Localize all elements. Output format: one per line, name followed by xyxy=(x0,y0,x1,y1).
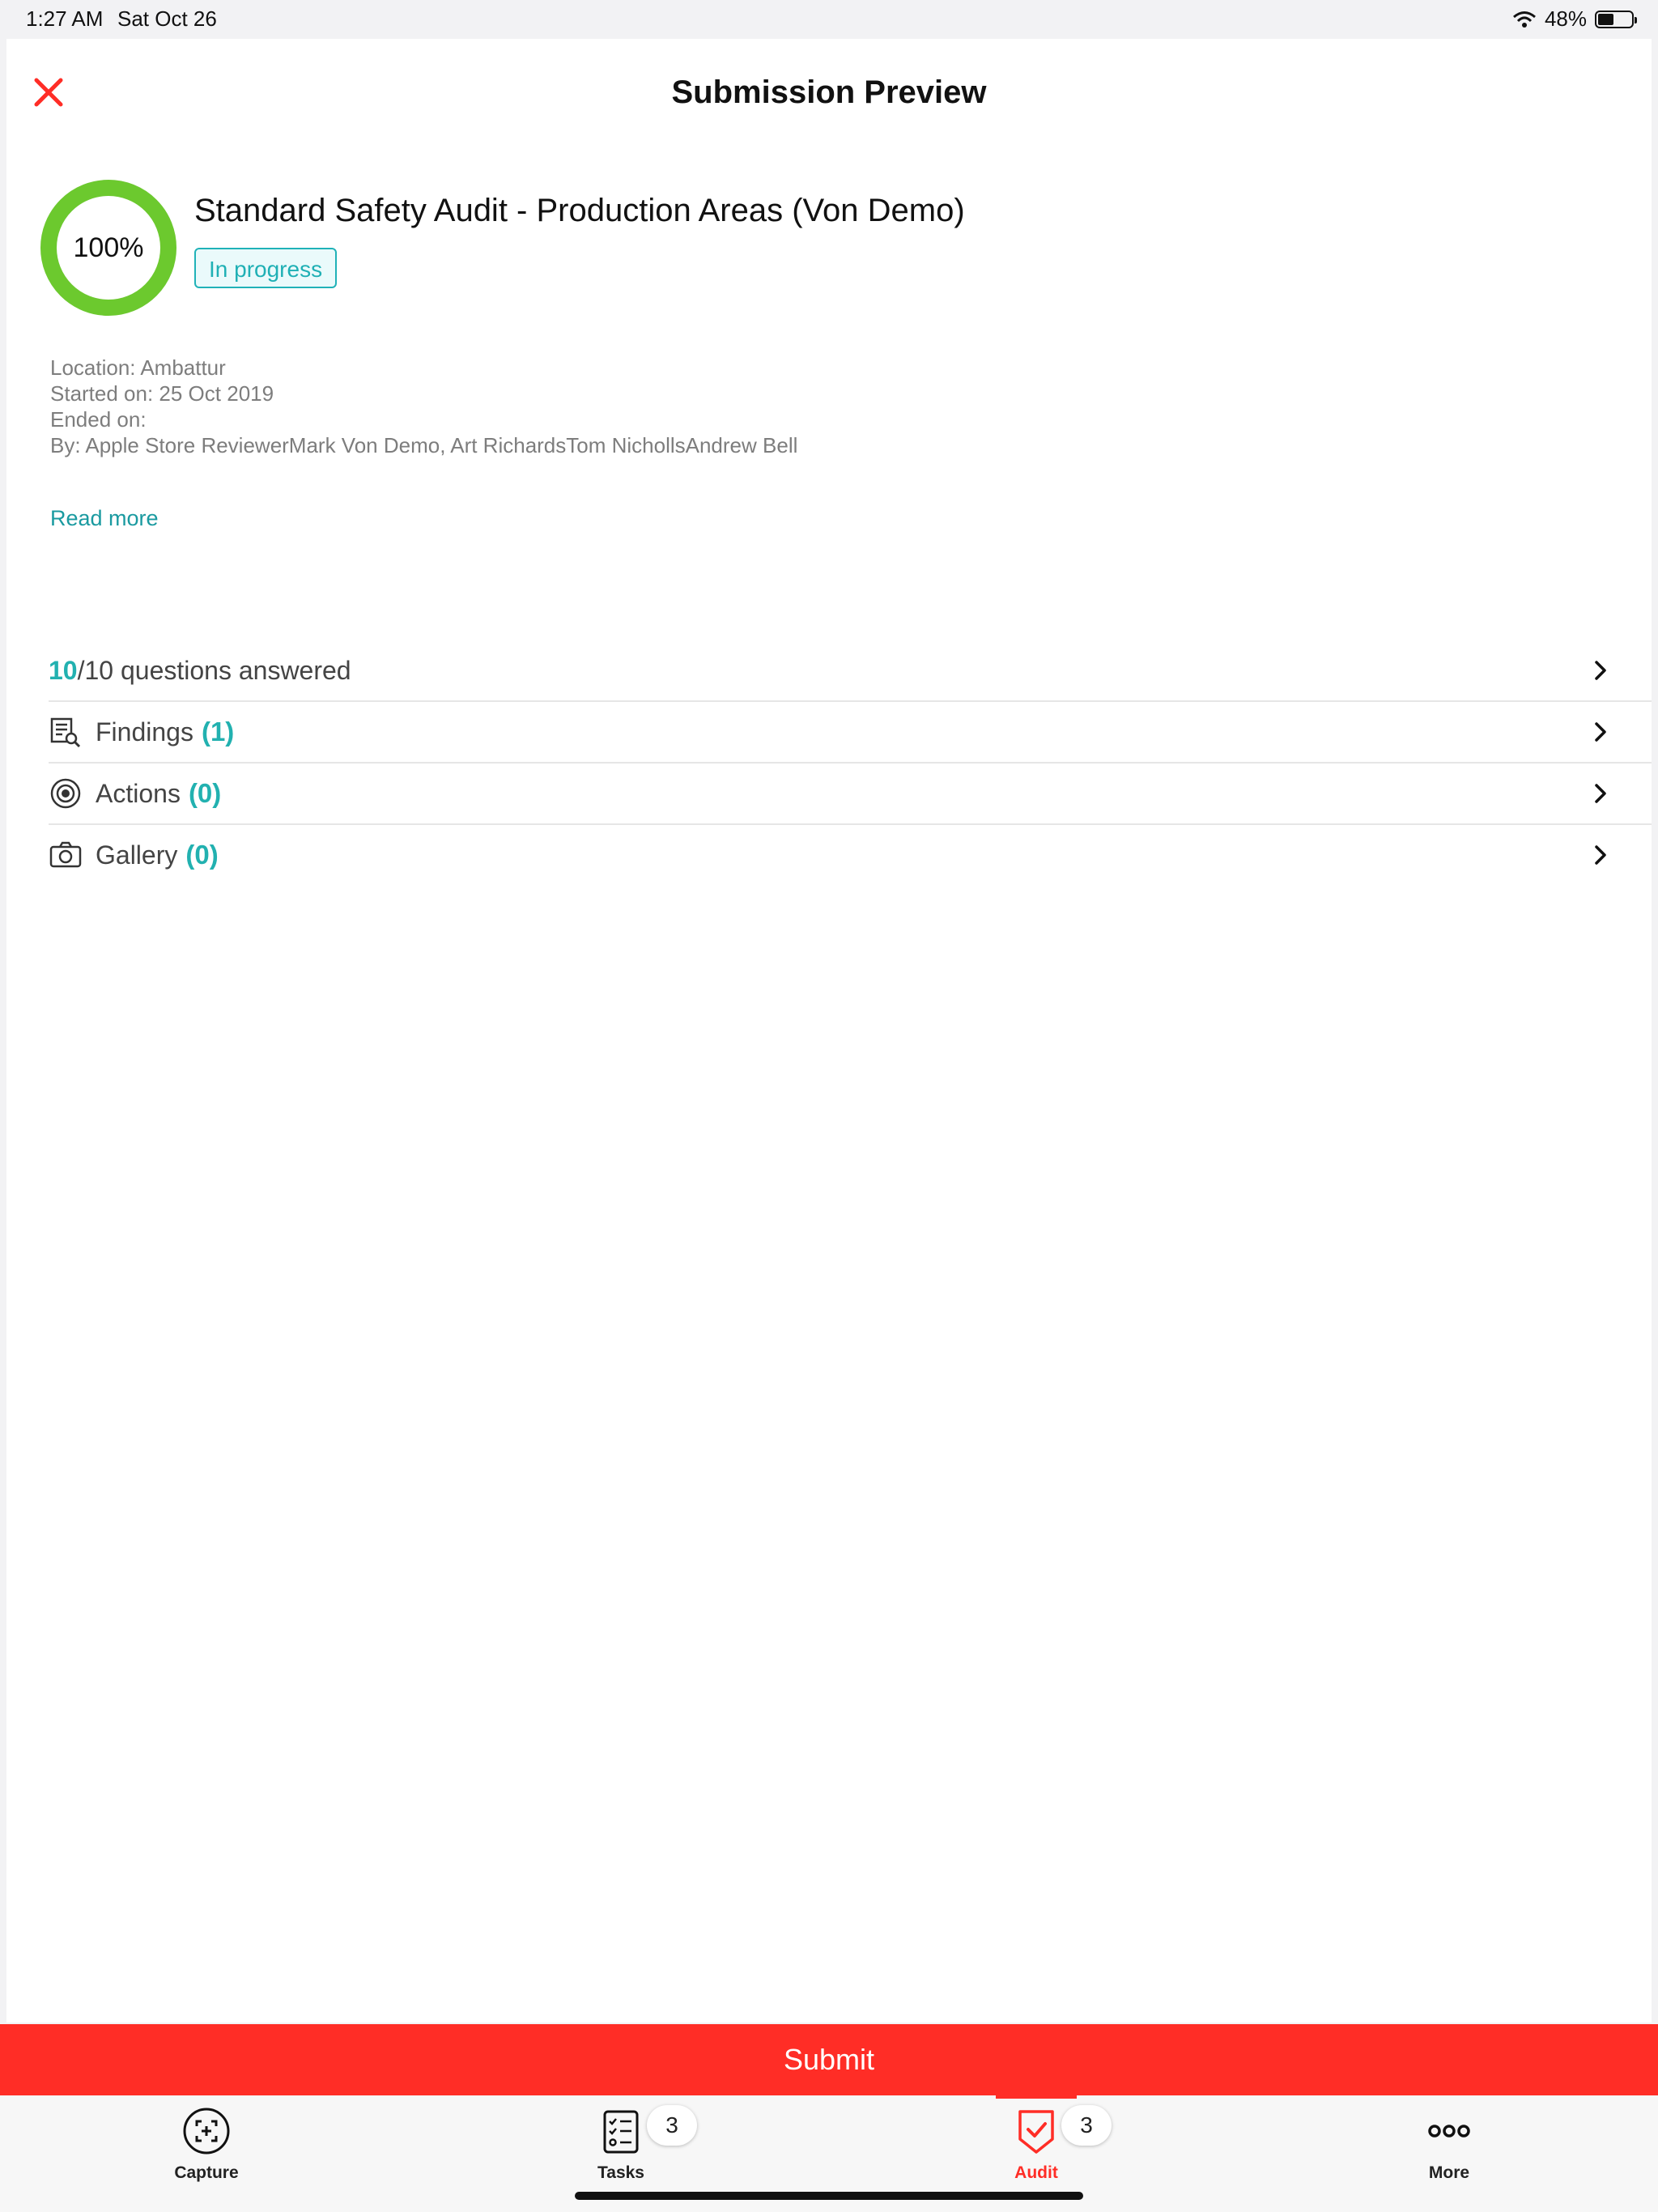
progress-percent: 100% xyxy=(73,232,144,263)
chevron-right-icon xyxy=(1595,722,1606,742)
submit-button[interactable]: Submit xyxy=(0,2024,1658,2095)
status-bar: 1:27 AM Sat Oct 26 48% xyxy=(0,0,1658,39)
more-icon xyxy=(1428,2125,1470,2138)
location-text: Location: Ambattur xyxy=(50,355,226,380)
started-text: Started on: 25 Oct 2019 xyxy=(50,381,274,406)
actions-target-icon xyxy=(49,776,83,810)
camera-icon xyxy=(49,838,83,872)
battery-percent: 48% xyxy=(1544,6,1587,31)
gallery-row[interactable]: Gallery (0) xyxy=(49,825,1652,885)
status-time: 1:27 AM xyxy=(26,6,104,31)
tab-more[interactable]: More xyxy=(1368,2095,1530,2193)
status-badge: In progress xyxy=(194,248,338,288)
chevron-right-icon xyxy=(1595,845,1606,865)
actions-label: Actions xyxy=(96,778,181,808)
summary-list: 10/10 questions answered Findings (1) Ac… xyxy=(49,640,1652,885)
tab-capture-label: Capture xyxy=(174,2163,239,2182)
answered-count: 10 xyxy=(49,655,78,685)
chevron-right-icon xyxy=(1595,661,1606,680)
home-indicator xyxy=(575,2192,1083,2200)
battery-level xyxy=(1598,13,1614,25)
audit-title: Standard Safety Audit - Production Areas… xyxy=(194,193,965,228)
status-date: Sat Oct 26 xyxy=(117,6,217,31)
battery-icon xyxy=(1595,10,1637,28)
by-text: By: Apple Store ReviewerMark Von Demo, A… xyxy=(50,433,798,457)
findings-icon xyxy=(49,715,83,749)
answered-suffix: /10 questions answered xyxy=(77,655,351,685)
read-more-link[interactable]: Read more xyxy=(50,506,159,531)
findings-count: (1) xyxy=(201,717,235,747)
findings-row[interactable]: Findings (1) xyxy=(49,702,1652,764)
questions-answered-label: 10/10 questions answered xyxy=(49,656,351,686)
chevron-right-icon xyxy=(1595,784,1606,803)
submission-preview-sheet: Submission Preview 100% Standard Safety … xyxy=(6,39,1652,2023)
audit-meta: Location: Ambattur Started on: 25 Oct 20… xyxy=(50,355,797,458)
questions-answered-row[interactable]: 10/10 questions answered xyxy=(49,640,1652,702)
tab-tasks-label: Tasks xyxy=(597,2163,644,2182)
tab-more-label: More xyxy=(1428,2163,1470,2182)
audit-badge: 3 xyxy=(1061,2105,1112,2146)
findings-label: Findings xyxy=(96,717,193,747)
gallery-count: (0) xyxy=(185,840,219,870)
audit-shield-icon xyxy=(1018,2110,1054,2154)
actions-row[interactable]: Actions (0) xyxy=(49,764,1652,825)
ended-text: Ended on: xyxy=(50,407,147,432)
capture-icon xyxy=(183,2108,230,2155)
tasks-icon xyxy=(603,2110,639,2154)
gallery-label: Gallery xyxy=(96,840,178,870)
page-title: Submission Preview xyxy=(671,74,987,110)
tasks-badge: 3 xyxy=(647,2105,697,2146)
wifi-icon xyxy=(1512,11,1536,28)
tab-capture[interactable]: Capture xyxy=(125,2095,287,2193)
tab-audit-label: Audit xyxy=(1014,2163,1058,2182)
status-indicators: 48% xyxy=(1512,6,1637,32)
actions-count: (0) xyxy=(188,778,222,808)
